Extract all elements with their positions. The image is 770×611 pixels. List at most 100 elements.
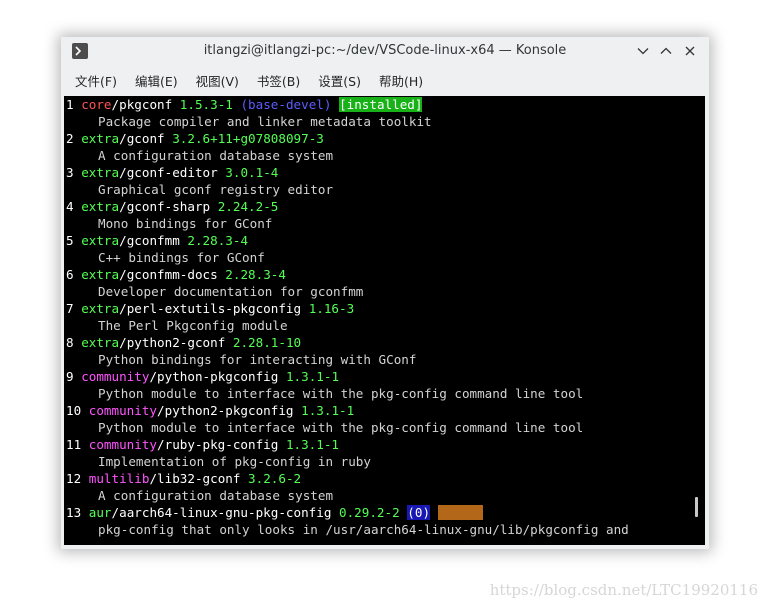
package-name: gconf-sharp xyxy=(126,199,211,214)
package-version: 1.16-3 xyxy=(308,301,355,316)
package-name: gconfmm xyxy=(126,233,180,248)
result-number: 6 xyxy=(66,267,74,282)
close-icon xyxy=(685,46,695,56)
result-number: 3 xyxy=(66,165,74,180)
package-version: 3.2.6-2 xyxy=(248,471,302,486)
package-name: python2-gconf xyxy=(126,335,226,350)
result-description: Python module to interface with the pkg-… xyxy=(98,420,584,435)
package-name: python2-pkgconfig xyxy=(164,403,294,418)
repo-name: extra xyxy=(81,267,120,282)
votes-badge: (0) xyxy=(407,505,431,520)
package-version: 0.29.2-2 xyxy=(339,505,400,520)
result-description: Developer documentation for gconfmm xyxy=(98,284,364,299)
chevron-up-icon xyxy=(660,47,672,54)
window-title: itlangzi@itlangzi-pc:~/dev/VSCode-linux-… xyxy=(203,43,567,58)
result-header-line: 10 community/python2-pkgconfig 1.3.1-1 xyxy=(66,403,355,418)
result-header-line: 1 core/pkgconf 1.5.3-1 (base-devel) [ins… xyxy=(66,97,423,112)
popularity-badge: (0.00) xyxy=(437,505,484,520)
repo-name: community xyxy=(88,403,158,418)
repo-name: extra xyxy=(81,131,120,146)
result-description: Python module to interface with the pkg-… xyxy=(98,386,584,401)
menu-settings[interactable]: 设置(S) xyxy=(318,71,361,90)
result-header-line: 6 extra/gconfmm-docs 2.28.3-4 xyxy=(66,267,286,282)
menu-help[interactable]: 帮助(H) xyxy=(379,71,423,90)
repo-name: community xyxy=(81,369,150,384)
terminal-output[interactable]: 1 core/pkgconf 1.5.3-1 (base-devel) [ins… xyxy=(64,96,705,545)
result-header-line: 9 community/python-pkgconfig 1.3.1-1 xyxy=(66,369,340,384)
repo-name: extra xyxy=(81,335,120,350)
repo-name: extra xyxy=(81,233,120,248)
package-version: 1.5.3-1 xyxy=(179,97,233,112)
result-description: The Perl Pkgconfig module xyxy=(98,318,288,333)
result-number: 8 xyxy=(66,335,74,350)
package-version: 2.28.1-10 xyxy=(232,335,302,350)
result-number: 10 xyxy=(66,403,82,418)
result-header-line: 3 extra/gconf-editor 3.0.1-4 xyxy=(66,165,279,180)
package-version: 2.28.3-4 xyxy=(225,267,286,282)
repo-name: multilib xyxy=(88,471,150,486)
konsole-window: itlangzi@itlangzi-pc:~/dev/VSCode-linux-… xyxy=(61,37,709,549)
package-name: gconf xyxy=(126,131,165,146)
result-description: Package compiler and linker metadata too… xyxy=(98,114,432,129)
repo-name: core xyxy=(81,97,112,112)
result-description: A configuration database system xyxy=(98,488,334,503)
package-version: 2.24.2-5 xyxy=(217,199,279,214)
maximize-button[interactable] xyxy=(657,42,675,60)
result-description: Implementation of pkg-config in ruby xyxy=(98,454,371,469)
result-number: 11 xyxy=(66,437,82,452)
close-button[interactable] xyxy=(681,42,699,60)
result-header-line: 4 extra/gconf-sharp 2.24.2-5 xyxy=(66,199,279,214)
package-version: 1.3.1-1 xyxy=(285,437,340,452)
package-name: perl-extutils-pkgconfig xyxy=(126,301,302,316)
repo-name: extra xyxy=(81,301,120,316)
result-number: 12 xyxy=(66,471,82,486)
package-name: pkgconf xyxy=(119,97,173,112)
result-description: Mono bindings for GConf xyxy=(98,216,273,231)
result-description: Python bindings for interacting with GCo… xyxy=(98,352,417,367)
title-bar[interactable]: itlangzi@itlangzi-pc:~/dev/VSCode-linux-… xyxy=(61,37,709,65)
package-version: 3.2.6+11+g07808097-3 xyxy=(172,131,324,146)
result-description: C++ bindings for GConf xyxy=(98,250,265,265)
result-number: 4 xyxy=(66,199,74,214)
menu-view[interactable]: 视图(V) xyxy=(196,71,239,90)
minimize-button[interactable] xyxy=(634,42,652,60)
result-header-line: 12 multilib/lib32-gconf 3.2.6-2 xyxy=(66,471,302,486)
result-number: 1 xyxy=(66,97,74,112)
terminal-scrollbar[interactable] xyxy=(695,497,698,517)
result-number: 13 xyxy=(66,505,82,520)
menu-edit[interactable]: 编辑(E) xyxy=(135,71,178,90)
result-number: 7 xyxy=(66,301,74,316)
repo-name: aur xyxy=(88,505,112,520)
package-name: gconf-editor xyxy=(126,165,218,180)
result-description: pkg-config that only looks in /usr/aarch… xyxy=(98,522,629,537)
menu-bookmarks[interactable]: 书签(B) xyxy=(257,71,300,90)
result-number: 2 xyxy=(66,131,74,146)
result-header-line: 7 extra/perl-extutils-pkgconfig 1.16-3 xyxy=(66,301,355,316)
package-name: aarch64-linux-gnu-pkg-config xyxy=(119,505,332,520)
menu-file[interactable]: 文件(F) xyxy=(75,71,117,90)
repo-name: community xyxy=(88,437,158,452)
result-number: 9 xyxy=(66,369,74,384)
package-name: gconfmm-docs xyxy=(126,267,218,282)
result-header-line: 8 extra/python2-gconf 2.28.1-10 xyxy=(66,335,302,350)
menu-bar: 文件(F) 编辑(E) 视图(V) 书签(B) 设置(S) 帮助(H) xyxy=(61,67,709,93)
package-version: 2.28.3-4 xyxy=(187,233,249,248)
result-header-line: 11 community/ruby-pkg-config 1.3.1-1 xyxy=(66,437,340,452)
chevron-down-icon xyxy=(637,48,649,55)
result-header-line: 13 aur/aarch64-linux-gnu-pkg-config 0.29… xyxy=(66,505,484,520)
repo-name: extra xyxy=(81,199,120,214)
result-header-line: 5 extra/gconfmm 2.28.3-4 xyxy=(66,233,249,248)
result-description: A configuration database system xyxy=(98,148,334,163)
package-name: lib32-gconf xyxy=(157,471,241,486)
result-description: Graphical gconf registry editor xyxy=(98,182,334,197)
package-version: 1.3.1-1 xyxy=(301,403,355,418)
package-name: ruby-pkg-config xyxy=(164,437,279,452)
package-group: (base-devel) xyxy=(240,97,332,112)
result-header-line: 2 extra/gconf 3.2.6+11+g07808097-3 xyxy=(66,131,324,146)
package-version: 3.0.1-4 xyxy=(225,165,279,180)
watermark: https://blog.csdn.net/LTC19920116 xyxy=(489,581,758,599)
package-version: 1.3.1-1 xyxy=(285,369,340,384)
installed-badge: [installed] xyxy=(339,97,423,112)
repo-name: extra xyxy=(81,165,120,180)
result-number: 5 xyxy=(66,233,74,248)
